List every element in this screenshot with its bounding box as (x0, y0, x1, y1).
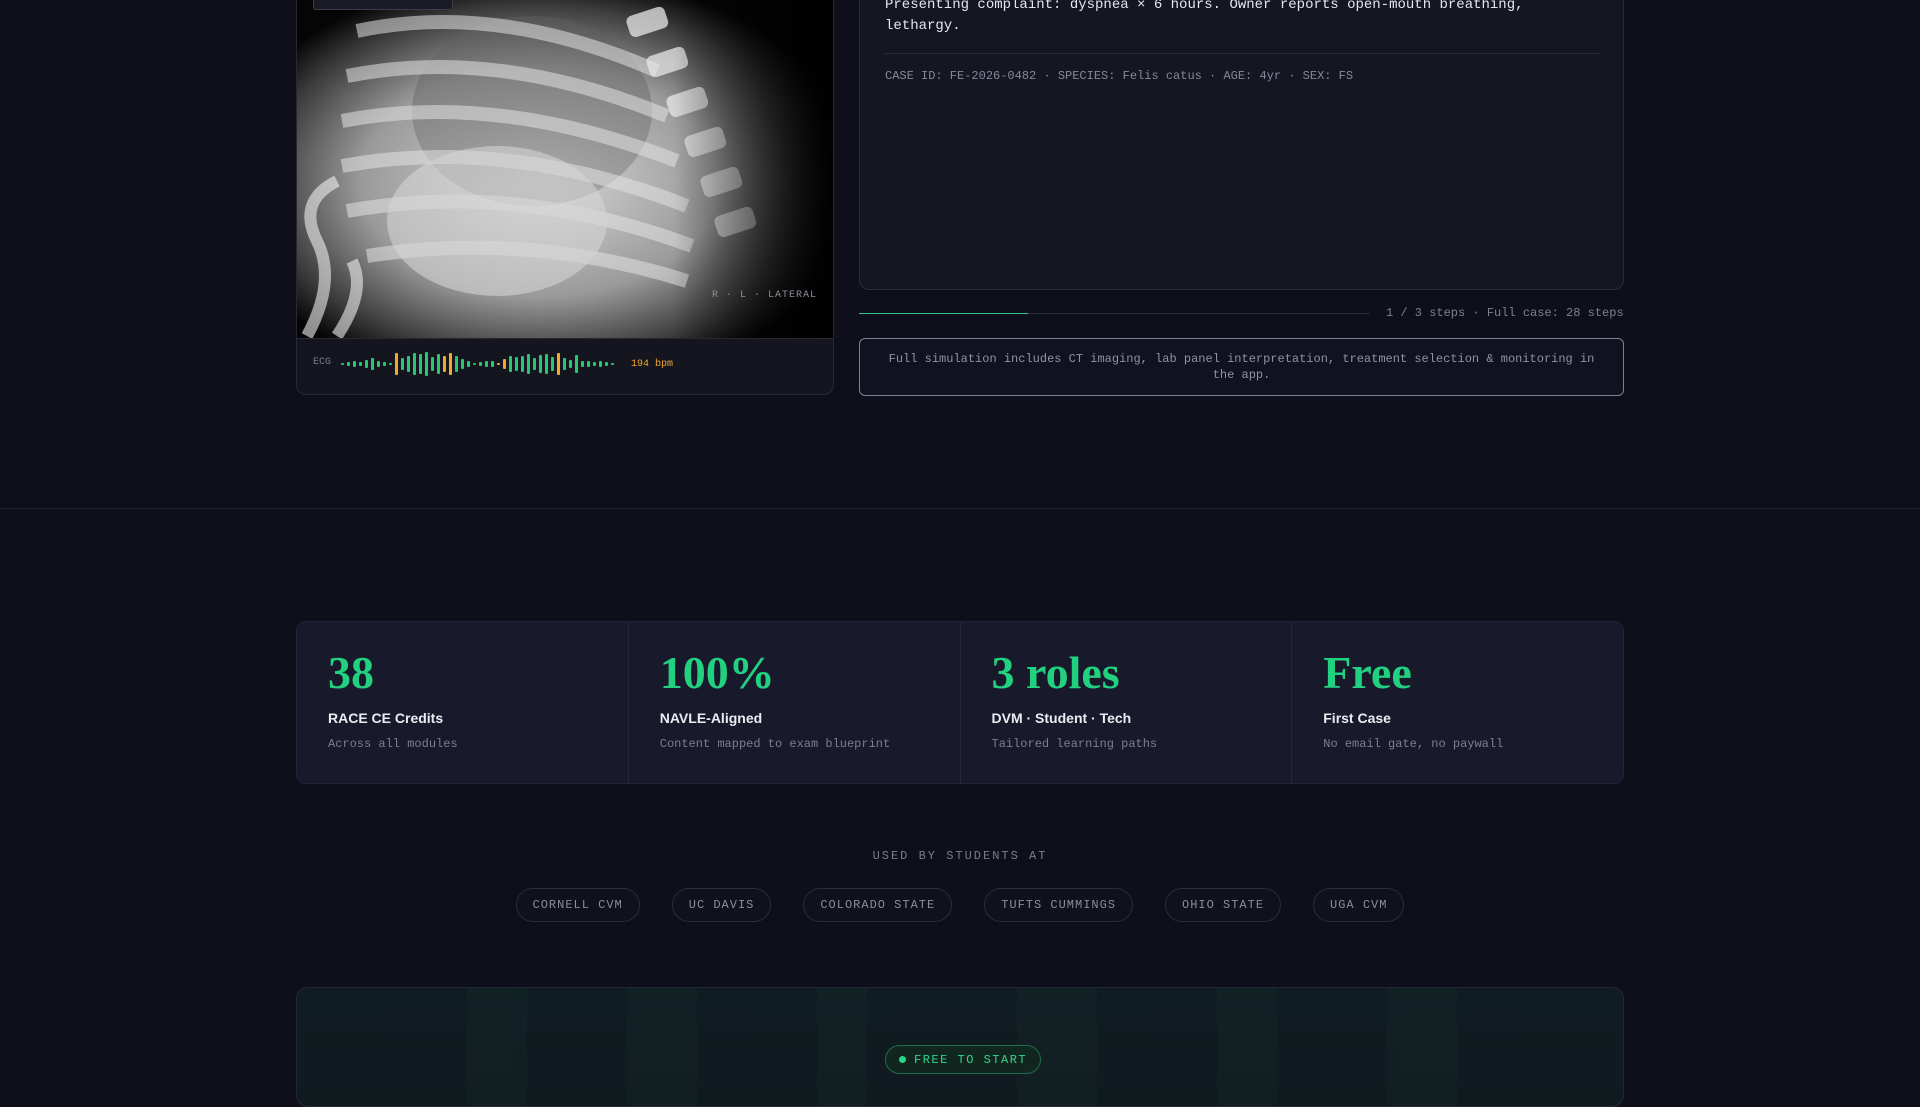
ecg-bar (551, 357, 554, 371)
ecg-bar (605, 362, 608, 366)
ecg-bar (485, 361, 488, 367)
ecg-bar (443, 356, 446, 372)
ecg-bar (581, 361, 584, 367)
ecg-bar (431, 357, 434, 371)
ecg-bar (545, 354, 548, 374)
ecg-bar (449, 353, 452, 375)
ecg-bar (371, 358, 374, 370)
ecg-bar (509, 356, 512, 372)
stat-subtitle: Across all modules (328, 737, 458, 751)
badge-label: FREE TO START (914, 1052, 1028, 1067)
view-orientation-label: R · L · LATERAL (711, 290, 817, 301)
ecg-bar (527, 354, 530, 374)
ecg-bar (575, 355, 578, 373)
school-list: CORNELL CVM UC DAVIS COLORADO STATE TUFT… (0, 888, 1920, 922)
ecg-waveform (341, 352, 614, 376)
case-progress-bar (859, 313, 1370, 314)
ecg-bar (569, 360, 572, 368)
stat-title: NAVLE-Aligned (659, 710, 763, 726)
image-overlay-tag (313, 0, 453, 10)
ecg-bar (425, 352, 428, 376)
stat-ce-credits: 38 RACE CE Credits Across all modules (297, 622, 629, 783)
stat-navle-aligned: 100% NAVLE-Aligned Content mapped to exa… (629, 622, 961, 783)
school-pill-uc-davis: UC DAVIS (671, 888, 772, 922)
ecg-bar (533, 358, 536, 370)
free-to-start-badge: FREE TO START (885, 1045, 1042, 1074)
ecg-bar (413, 353, 416, 375)
ecg-bar (611, 363, 614, 365)
section-divider (0, 508, 1920, 509)
stat-subtitle: Tailored learning paths (991, 737, 1158, 751)
ecg-bar (479, 362, 482, 366)
ecg-bar (539, 355, 542, 373)
case-divider (885, 53, 1600, 54)
ecg-bar (599, 361, 602, 367)
ecg-bar (557, 353, 560, 375)
stat-free-case: Free First Case No email gate, no paywal… (1292, 622, 1623, 783)
school-pill-ohio-state: OHIO STATE (1165, 888, 1282, 922)
ecg-strip: ECG 194 bpm (297, 338, 833, 394)
school-pill-colorado-state: COLORADO STATE (803, 888, 953, 922)
stat-value: 38 (328, 647, 374, 698)
ecg-bar (461, 359, 464, 369)
ecg-bar (401, 358, 404, 370)
ecg-bar (437, 354, 440, 374)
school-pill-cornell: CORNELL CVM (515, 888, 640, 922)
stat-title: DVM · Student · Tech (991, 710, 1132, 726)
ecg-bar (593, 362, 596, 366)
case-metadata: CASE ID: FE-2026-0482 · SPECIES: Felis c… (885, 69, 1354, 83)
school-pill-tufts: TUFTS CUMMINGS (984, 888, 1134, 922)
ecg-bar (365, 360, 368, 368)
ecg-bar (395, 353, 398, 375)
case-progress-text: 1 / 3 steps · Full case: 28 steps (1386, 306, 1624, 320)
school-pill-uga: UGA CVM (1313, 888, 1405, 922)
stat-title: First Case (1323, 710, 1391, 726)
used-by-label: USED BY STUDENTS AT (872, 849, 1048, 863)
thoracic-radiograph-image (297, 0, 833, 338)
heart-rate-readout: 194 bpm (631, 359, 674, 370)
simulation-note: Full simulation includes CT imaging, lab… (859, 338, 1624, 396)
xray-card: R · L · LATERAL ECG 194 bpm (296, 0, 834, 395)
ecg-bar (455, 356, 458, 372)
stat-value: Free (1323, 647, 1412, 698)
ecg-bar (473, 363, 476, 365)
ecg-bar (587, 361, 590, 367)
presenting-complaint: Presenting complaint: dyspnea × 6 hours.… (885, 0, 1524, 34)
stat-value: 100% (659, 647, 775, 698)
ecg-label: ECG (313, 357, 332, 368)
ecg-bar (497, 363, 500, 365)
stat-value: 3 roles (991, 647, 1120, 698)
ecg-bar (467, 361, 470, 367)
case-details-card: Presenting complaint: dyspnea × 6 hours.… (859, 0, 1624, 290)
ecg-bar (377, 361, 380, 367)
ecg-bar (515, 357, 518, 371)
ecg-bar (563, 358, 566, 370)
stats-panel: 38 RACE CE Credits Across all modules 10… (296, 621, 1624, 784)
ecg-bar (359, 362, 362, 366)
ecg-bar (491, 361, 494, 367)
ecg-bar (383, 362, 386, 366)
ecg-bar (341, 363, 344, 365)
stat-subtitle: No email gate, no paywall (1323, 737, 1504, 751)
status-dot-icon (899, 1056, 906, 1063)
ecg-bar (419, 354, 422, 374)
ecg-bar (521, 356, 524, 372)
ecg-bar (389, 363, 392, 365)
stat-subtitle: Content mapped to exam blueprint (659, 737, 891, 751)
ecg-bar (347, 362, 350, 366)
stat-title: RACE CE Credits (328, 710, 444, 726)
ecg-bar (407, 356, 410, 372)
ecg-bar (353, 361, 356, 367)
case-progress-fill (859, 313, 1028, 314)
cta-panel: FREE TO START (296, 987, 1624, 1107)
stat-roles: 3 roles DVM · Student · Tech Tailored le… (961, 622, 1293, 783)
ecg-bar (503, 359, 506, 369)
